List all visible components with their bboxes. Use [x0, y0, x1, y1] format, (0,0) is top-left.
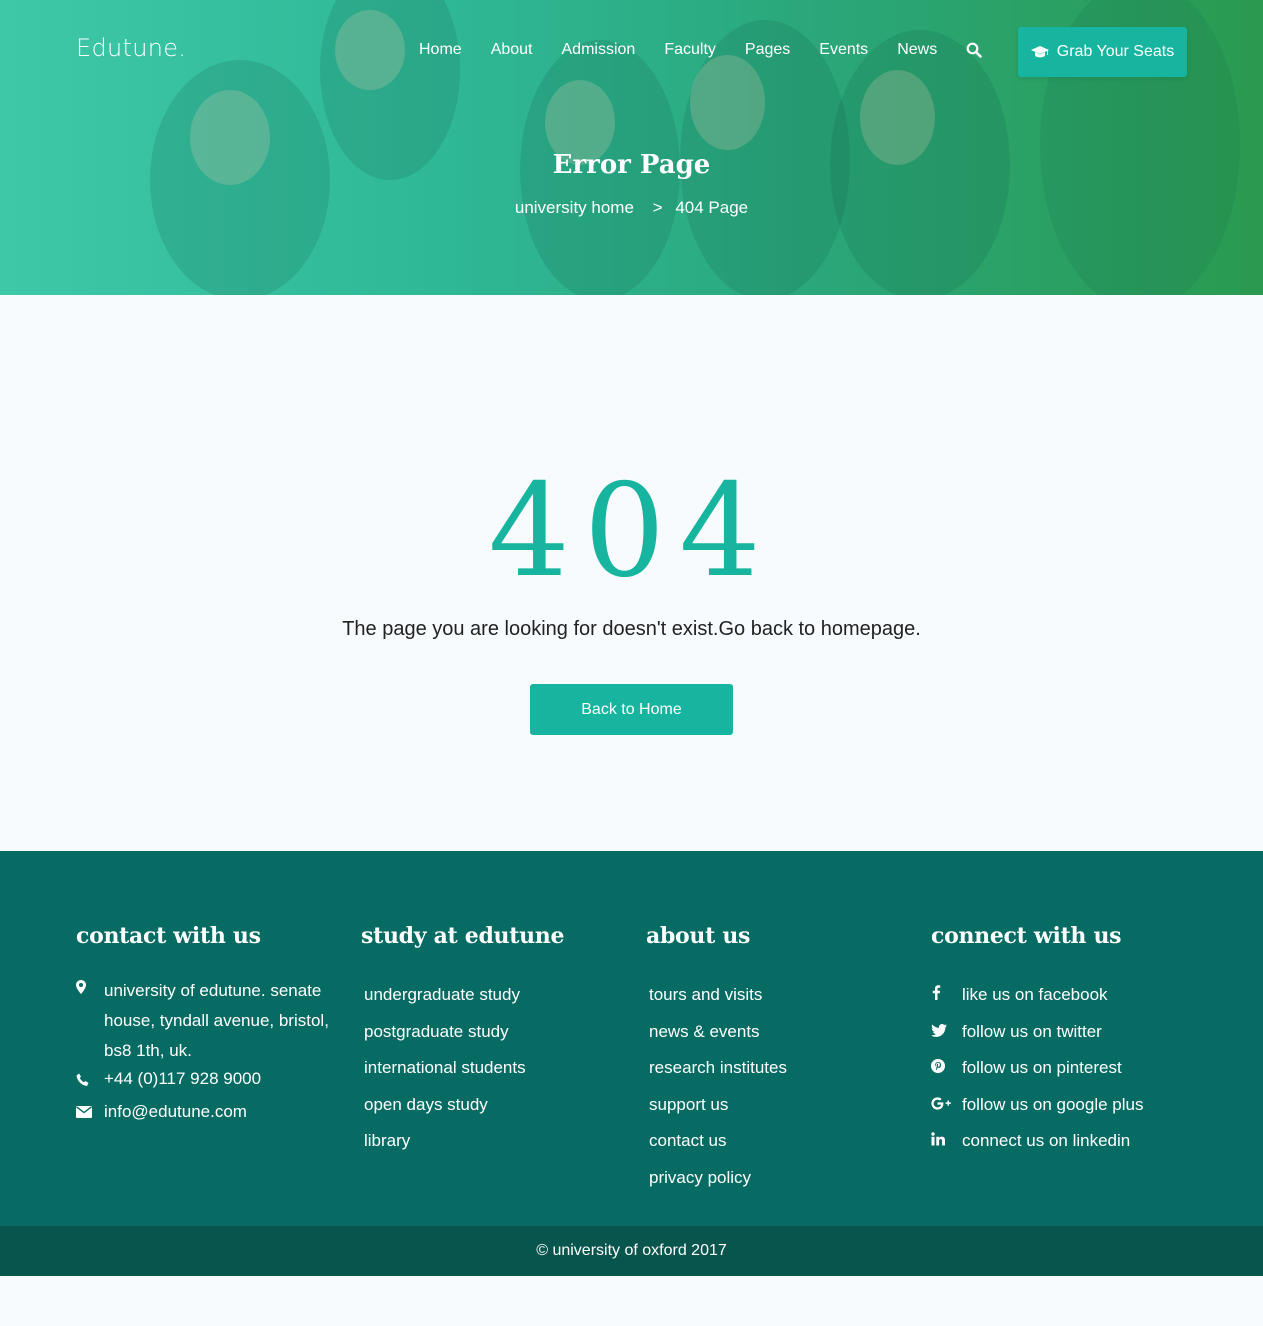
nav-admission[interactable]: Admission [562, 40, 636, 60]
contact-phone-text[interactable]: +44 (0)117 928 9000 [104, 1069, 261, 1089]
social-link-pinterest[interactable]: follow us on pinterest [931, 1058, 1201, 1078]
social-label: connect us on linkedin [962, 1131, 1131, 1150]
footer-study: study at edutune undergraduate study pos… [361, 923, 631, 1168]
hero-banner: Edutune. Home About Admission Faculty Pa… [0, 0, 1263, 295]
footer-link[interactable]: research institutes [646, 1058, 916, 1078]
social-label: follow us on pinterest [962, 1058, 1122, 1077]
google-plus-icon [931, 1095, 962, 1115]
footer-about-title: about us [646, 923, 751, 949]
breadcrumb-home[interactable]: university home [515, 198, 634, 217]
breadcrumb: university home > 404 Page [0, 198, 1263, 218]
map-marker-icon [76, 976, 104, 1066]
footer-link[interactable]: international students [361, 1058, 631, 1078]
social-link-linkedin[interactable]: connect us on linkedin [931, 1131, 1201, 1151]
social-label: like us on facebook [962, 985, 1108, 1004]
site-footer: contact with us university of edutune. s… [0, 851, 1263, 1276]
breadcrumb-current: 404 Page [675, 198, 749, 217]
twitter-icon [931, 1022, 962, 1042]
cta-label: Grab Your Seats [1056, 43, 1175, 60]
footer-link[interactable]: news & events [646, 1022, 916, 1042]
footer-link[interactable]: open days study [361, 1095, 631, 1115]
back-to-home-button[interactable]: Back to Home [530, 684, 733, 735]
social-label: follow us on twitter [962, 1021, 1102, 1041]
linkedin-icon [931, 1131, 962, 1151]
contact-address-text: university of edutune. senate house, tyn… [104, 981, 329, 1060]
breadcrumb-separator: > [652, 198, 663, 217]
nav-about[interactable]: About [491, 40, 533, 60]
envelope-icon [76, 1102, 104, 1122]
nav-pages[interactable]: Pages [745, 40, 790, 60]
footer-link[interactable]: library [361, 1131, 631, 1151]
nav-events[interactable]: Events [819, 40, 868, 60]
footer-link[interactable]: postgraduate study [361, 1022, 631, 1042]
pinterest-icon [931, 1058, 962, 1078]
footer-about: about us tours and visits news & events … [646, 923, 916, 1204]
social-link-facebook[interactable]: like us on facebook [931, 985, 1201, 1005]
social-link-google-plus[interactable]: follow us on google plus [931, 1095, 1201, 1115]
page-title: Error Page [552, 150, 711, 180]
footer-link[interactable]: undergraduate study [361, 985, 631, 1005]
footer-link[interactable]: support us [646, 1095, 916, 1115]
error-message: The page you are looking for doesn't exi… [342, 618, 921, 640]
footer-connect: connect with us like us on facebook foll… [931, 923, 1201, 1168]
footer-contact-title: contact with us [76, 923, 261, 949]
nav-faculty[interactable]: Faculty [664, 40, 716, 60]
nav-news[interactable]: News [897, 40, 937, 60]
grab-your-seats-button[interactable]: Grab Your Seats [1018, 27, 1187, 77]
nav-home[interactable]: Home [419, 40, 462, 60]
site-logo[interactable]: Edutune. [76, 34, 186, 62]
search-icon[interactable] [966, 42, 983, 58]
footer-connect-title: connect with us [931, 923, 1122, 949]
contact-phone: +44 (0)117 928 9000 [76, 1069, 346, 1089]
social-label: follow us on google plus [962, 1094, 1144, 1114]
contact-address: university of edutune. senate house, tyn… [76, 976, 346, 1066]
social-link-twitter[interactable]: follow us on twitter [931, 1022, 1201, 1042]
contact-email: info@edutune.com [76, 1102, 346, 1122]
facebook-icon [931, 985, 962, 1005]
footer-contact: contact with us university of edutune. s… [76, 923, 346, 1122]
graduation-cap-icon [1030, 45, 1049, 59]
footer-study-title: study at edutune [361, 923, 565, 949]
error-section: 404 The page you are looking for doesn't… [0, 295, 1263, 851]
contact-email-text[interactable]: info@edutune.com [104, 1102, 247, 1122]
copyright-bar: © university of oxford 2017 [0, 1226, 1263, 1276]
footer-link[interactable]: contact us [646, 1131, 916, 1151]
phone-icon [76, 1069, 104, 1089]
main-nav: Home About Admission Faculty Pages Event… [419, 40, 1006, 60]
footer-link[interactable]: tours and visits [646, 985, 916, 1005]
footer-link[interactable]: privacy policy [646, 1168, 916, 1188]
copyright-text: © university of oxford 2017 [536, 1242, 727, 1259]
error-code: 404 [488, 457, 775, 606]
